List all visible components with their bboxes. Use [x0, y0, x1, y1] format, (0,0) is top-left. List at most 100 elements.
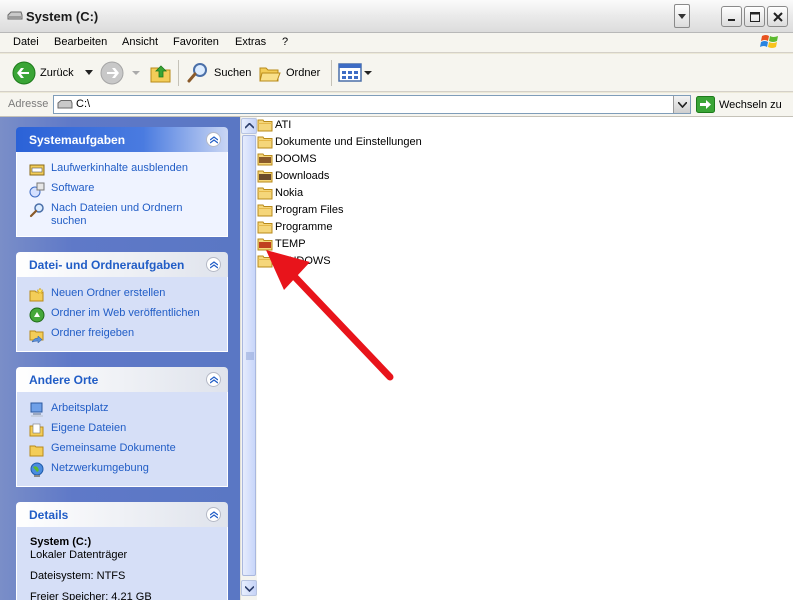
folders-button[interactable]: Ordner [258, 57, 320, 89]
folder-icon [257, 238, 273, 251]
folders-icon [259, 67, 281, 82]
task-pane-scrollbar[interactable] [240, 117, 257, 600]
up-folder-button[interactable] [149, 57, 173, 89]
panel-header[interactable]: Systemaufgaben [16, 127, 228, 152]
address-dropdown-button[interactable] [673, 96, 690, 113]
chevron-up-icon [245, 123, 254, 129]
task-new-folder[interactable]: Neuen Ordner erstellen [29, 287, 227, 303]
back-label: Zurück [40, 67, 74, 79]
folder-icon [257, 204, 273, 217]
title-bar: System (C:) [0, 0, 793, 33]
panel-body: Laufwerkinhalte ausblenden Software Nach… [16, 152, 228, 237]
address-input[interactable]: C:\ [53, 95, 691, 114]
software-icon [29, 182, 45, 198]
chevron-down-icon [678, 102, 687, 108]
task-publish-web[interactable]: Ordner im Web veröffentlichen [29, 307, 227, 323]
list-item[interactable]: Programme [257, 219, 332, 235]
scroll-up-button[interactable] [241, 118, 257, 134]
maximize-button[interactable] [744, 6, 765, 27]
panel-header[interactable]: Andere Orte [16, 367, 228, 392]
collapse-icon[interactable] [206, 372, 221, 387]
place-my-computer[interactable]: Arbeitsplatz [29, 402, 227, 418]
drive-icon [7, 11, 23, 20]
task-hide-drive-contents[interactable]: Laufwerkinhalte ausblenden [29, 162, 227, 178]
list-item[interactable]: Dokumente und Einstellungen [257, 134, 422, 150]
task-label: Neuen Ordner erstellen [51, 287, 166, 299]
file-name: Program Files [275, 204, 344, 216]
panel-header[interactable]: Details [16, 502, 228, 527]
list-item[interactable]: Downloads [257, 168, 329, 184]
task-label: Ordner freigeben [51, 327, 135, 339]
collapse-icon[interactable] [206, 132, 221, 147]
panel-title: Details [29, 508, 69, 522]
address-label: Adresse [8, 98, 49, 110]
explorer-window: System (C:) Datei Bearbeiten Ansicht Fav… [0, 0, 793, 600]
panel-header[interactable]: Datei- und Ordneraufgaben [16, 252, 228, 277]
folder-icon [257, 221, 273, 234]
search-icon [29, 203, 44, 218]
drive-icon [57, 100, 73, 109]
chevron-down-icon[interactable] [132, 70, 140, 76]
task-software[interactable]: Software [29, 182, 227, 198]
minimize-button[interactable] [721, 6, 742, 27]
folder-icon [257, 255, 273, 268]
list-item[interactable]: TEMP [257, 236, 306, 252]
task-label: Ordner im Web veröffentlichen [51, 307, 200, 319]
views-button[interactable] [338, 57, 372, 89]
task-label: Software [51, 182, 95, 194]
scroll-thumb[interactable] [242, 135, 256, 576]
panel-title: Datei- und Ordneraufgaben [29, 258, 185, 272]
panel-body: Arbeitsplatz Eigene Dateien Gemeinsame D… [16, 392, 228, 487]
toolbar-separator [178, 60, 179, 86]
place-shared-documents[interactable]: Gemeinsame Dokumente [29, 442, 227, 458]
place-label: Arbeitsplatz [51, 402, 109, 414]
go-arrow-icon [696, 96, 715, 113]
address-value: C:\ [76, 98, 91, 110]
list-item[interactable]: ATI [257, 117, 291, 133]
file-name: Programme [275, 221, 333, 233]
go-button[interactable]: Wechseln zu [696, 95, 782, 114]
details-free-space: Freier Speicher: 4,21 GB [30, 591, 152, 600]
forward-arrow-icon [100, 61, 124, 85]
scroll-down-button[interactable] [241, 580, 257, 596]
back-button[interactable]: Zurück [12, 57, 94, 89]
folder-icon [257, 153, 273, 166]
collapse-icon[interactable] [206, 257, 221, 272]
chevron-down-icon[interactable] [364, 70, 372, 76]
file-name: Nokia [275, 187, 304, 199]
panel-system-tasks: Systemaufgaben Laufwerkinhalte ausblende… [16, 127, 228, 237]
list-item[interactable]: Program Files [257, 202, 343, 218]
place-label: Eigene Dateien [51, 422, 127, 434]
details-type: Lokaler Datenträger [30, 549, 128, 561]
menu-bearbeiten[interactable]: Bearbeiten [54, 36, 107, 48]
my-documents-icon [29, 423, 44, 437]
menu-datei[interactable]: Datei [13, 36, 39, 48]
panel-body: System (C:) Lokaler Datenträger Dateisys… [16, 527, 228, 600]
task-share-folder[interactable]: Ordner freigeben [29, 327, 227, 343]
place-label: Netzwerkumgebung [51, 462, 149, 474]
menu-help[interactable]: ? [282, 36, 288, 48]
place-my-documents[interactable]: Eigene Dateien [29, 422, 227, 438]
close-button[interactable] [767, 6, 788, 27]
folder-icon [257, 170, 273, 183]
system-menu-dropdown[interactable] [674, 4, 690, 28]
menu-extras[interactable]: Extras [235, 36, 266, 48]
menu-ansicht[interactable]: Ansicht [122, 36, 158, 48]
collapse-icon[interactable] [206, 507, 221, 522]
shared-documents-icon [29, 445, 44, 457]
share-folder-icon [29, 330, 44, 343]
task-search-files[interactable]: Nach Dateien und Ordnern suchen [29, 202, 227, 228]
list-item[interactable]: DOOMS [257, 151, 317, 167]
back-arrow-icon [12, 61, 36, 85]
place-network[interactable]: Netzwerkumgebung [29, 462, 227, 478]
forward-button[interactable] [100, 57, 140, 89]
chevron-down-icon[interactable] [84, 70, 94, 76]
search-button[interactable]: Suchen [186, 57, 251, 89]
list-item[interactable]: WINDOWS [257, 253, 331, 269]
address-bar: Adresse C:\ Wechseln zu [0, 93, 793, 117]
file-name: ATI [275, 119, 292, 131]
folders-label: Ordner [286, 67, 321, 79]
menu-favoriten[interactable]: Favoriten [173, 36, 219, 48]
toolbar-separator [331, 60, 332, 86]
list-item[interactable]: Nokia [257, 185, 303, 201]
